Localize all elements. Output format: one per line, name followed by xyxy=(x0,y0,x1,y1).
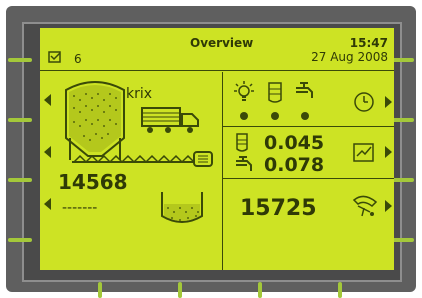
left-key-2[interactable] xyxy=(8,118,32,122)
hopper-icon xyxy=(161,192,203,223)
tank-icon xyxy=(268,82,282,103)
lcd-screen: Overview 15:47 27 Aug 2008 6 krix 14568 … xyxy=(40,28,394,270)
light-icon xyxy=(234,81,254,101)
nav-right-arrow-2[interactable] xyxy=(385,146,392,158)
panel-divider-vertical xyxy=(222,72,223,270)
hand-icon[interactable] xyxy=(350,192,380,218)
truck-icon xyxy=(141,107,199,133)
header-divider xyxy=(40,70,394,71)
left-key-3[interactable] xyxy=(8,178,32,182)
conveyor-icon xyxy=(72,151,213,167)
tap-status-dot xyxy=(301,112,309,120)
mail-icon[interactable] xyxy=(48,50,62,64)
clock-time: 15:47 xyxy=(349,36,388,50)
flow-value-1: 0.045 xyxy=(264,132,325,154)
silo-name: krix xyxy=(126,86,153,102)
light-status-dot xyxy=(240,112,248,120)
nav-right-arrow-1[interactable] xyxy=(385,96,392,108)
nav-left-arrow-1[interactable] xyxy=(44,94,51,106)
left-key-4[interactable] xyxy=(8,238,32,242)
bottom-key-2[interactable] xyxy=(178,282,182,298)
nav-left-arrow-2[interactable] xyxy=(44,146,51,158)
tap-small-icon xyxy=(236,156,252,171)
left-key-1[interactable] xyxy=(8,58,32,62)
nav-right-arrow-3[interactable] xyxy=(385,200,392,212)
chart-icon[interactable] xyxy=(352,142,376,164)
tank-status-dot xyxy=(271,112,279,120)
total-value: 15725 xyxy=(240,196,317,221)
panel-divider-2 xyxy=(223,178,394,179)
screen-title: Overview xyxy=(190,36,254,50)
clock-icon[interactable] xyxy=(352,90,376,114)
nav-left-arrow-3[interactable] xyxy=(44,198,51,210)
tap-icon xyxy=(296,82,313,98)
bottom-key-1[interactable] xyxy=(98,282,102,298)
tank-small-icon xyxy=(236,133,248,152)
silo-quantity: 14568 xyxy=(58,170,128,194)
bottom-key-4[interactable] xyxy=(338,282,342,298)
clock-date: 27 Aug 2008 xyxy=(311,50,388,64)
message-count: 6 xyxy=(74,52,82,66)
output-value: ------- xyxy=(62,200,98,216)
flow-value-2: 0.078 xyxy=(264,154,325,176)
bottom-key-3[interactable] xyxy=(258,282,262,298)
panel-divider-1 xyxy=(223,126,394,127)
